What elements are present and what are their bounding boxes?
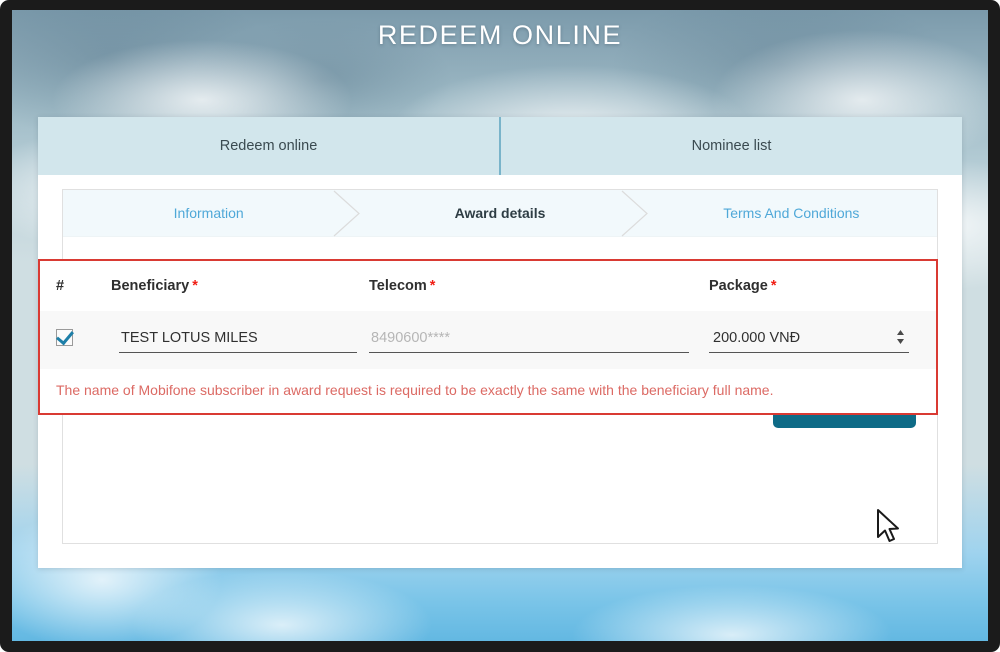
tab-redeem-online[interactable]: Redeem online — [38, 117, 499, 175]
tab-label: Nominee list — [691, 138, 772, 154]
required-asterisk: * — [429, 278, 436, 294]
step-terms-and-conditions[interactable]: Terms And Conditions — [646, 190, 937, 236]
step-label: Information — [173, 205, 244, 221]
row-select-checkbox[interactable] — [56, 329, 73, 346]
package-select-wrapper: 200.000 VNĐ — [709, 327, 909, 353]
beneficiary-cell — [111, 327, 369, 353]
table-row: 200.000 VNĐ — [40, 311, 936, 369]
page-viewport: REDEEM ONLINE Redeem online Nominee list… — [12, 10, 988, 641]
required-asterisk: * — [770, 278, 777, 294]
required-asterisk: * — [192, 278, 198, 294]
cloud-wisp — [572, 585, 892, 641]
tab-bar: Redeem online Nominee list — [38, 117, 962, 175]
column-header-index: # — [56, 278, 65, 294]
row-select-cell — [56, 329, 111, 351]
device-frame: REDEEM ONLINE Redeem online Nominee list… — [0, 0, 1000, 652]
telecom-cell — [369, 327, 709, 353]
telecom-input[interactable] — [369, 327, 689, 353]
step-progress-bar: Information Award details Terms And Cond… — [63, 190, 937, 237]
content-card: Information Award details Terms And Cond… — [38, 189, 938, 544]
column-header-package: Package * — [709, 278, 936, 294]
main-panel: Redeem online Nominee list Information A… — [38, 117, 962, 568]
award-details-form: # Beneficiary * Telecom * Package * TEST… — [38, 259, 938, 415]
step-award-details[interactable]: Award details — [354, 190, 645, 236]
form-header-row: # Beneficiary * Telecom * Package * — [40, 261, 936, 311]
step-label: Award details — [454, 205, 546, 221]
tab-nominee-list[interactable]: Nominee list — [499, 117, 962, 175]
step-label: Terms And Conditions — [723, 205, 860, 221]
page-title: REDEEM ONLINE — [377, 20, 623, 50]
cloud-wisp — [132, 570, 432, 641]
column-header-telecom-label: Telecom — [369, 278, 427, 294]
column-header-beneficiary-label: Beneficiary — [111, 278, 190, 294]
beneficiary-input[interactable] — [119, 327, 357, 353]
package-cell: 200.000 VNĐ — [709, 327, 936, 353]
tab-label: Redeem online — [219, 138, 318, 154]
column-header-package-label: Package — [709, 278, 768, 294]
validation-error-message: The name of Mobifone subscriber in award… — [40, 369, 936, 413]
column-header-beneficiary: Beneficiary * — [111, 278, 369, 294]
package-select[interactable]: 200.000 VNĐ — [709, 327, 909, 353]
step-information[interactable]: Information — [63, 190, 354, 236]
panel-body: Information Award details Terms And Cond… — [38, 175, 962, 568]
column-header-telecom: Telecom * — [369, 278, 709, 294]
